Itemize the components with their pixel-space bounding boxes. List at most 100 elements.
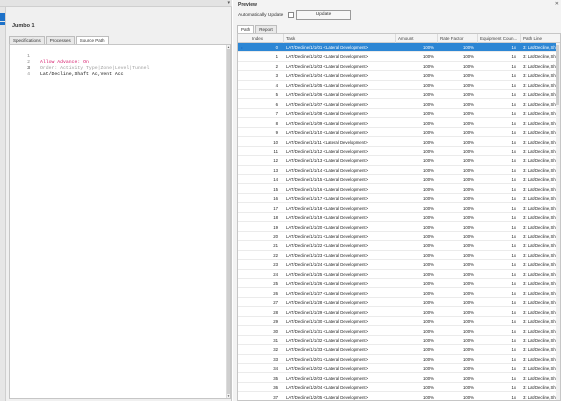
tab-specifications[interactable]: Specifications: [9, 36, 45, 44]
chevron-down-icon[interactable]: ▾: [227, 0, 230, 6]
cell-amount: 100%: [423, 177, 434, 183]
close-icon[interactable]: ✕: [555, 1, 559, 7]
tab-report[interactable]: Report: [255, 25, 277, 33]
cell-amount: 100%: [423, 347, 434, 353]
cell-path-line: 3: Lat/Decline,Shaf: [523, 394, 560, 400]
table-row[interactable]: 15 LAT/Decline/1/1/16 <Lateral Developmen…: [238, 185, 560, 194]
table-row[interactable]: 31 LAT/Decline/1/1/32 <Lateral Developmen…: [238, 336, 560, 346]
cell-task: LAT/Decline/1/1/33 <Lateral Development>: [286, 347, 369, 353]
table-row[interactable]: 8 LAT/Decline/1/1/09 <Lateral Development…: [238, 119, 560, 128]
table-row[interactable]: 14 LAT/Decline/1/1/15 <Lateral Developmen…: [238, 175, 560, 185]
table-row[interactable]: 6 LAT/Decline/1/1/07 <Lateral Development…: [238, 100, 560, 109]
grid-scrollbar[interactable]: [556, 43, 560, 400]
cell-index: 5: [275, 92, 278, 98]
cell-rate-factor: 100%: [463, 300, 474, 306]
tab-source-path[interactable]: Source Path: [75, 36, 109, 44]
scrollbar-thumb[interactable]: [227, 49, 230, 394]
cell-index: 27: [273, 300, 278, 306]
cell-index: 2: [275, 63, 278, 69]
table-row[interactable]: 19 LAT/Decline/1/1/20 <Lateral Developmen…: [238, 223, 560, 232]
table-row[interactable]: 32 LAT/Decline/1/1/33 <Lateral Developmen…: [238, 345, 560, 355]
table-row[interactable]: 33 LAT/Decline/1/2/01 <Lateral Developmen…: [238, 355, 560, 365]
cell-task: LAT/Decline/1/1/03 <Lateral Development>: [286, 63, 369, 69]
column-header-equipment-count[interactable]: Equipment Coun...: [478, 34, 521, 43]
cell-index: 36: [273, 385, 278, 391]
table-row[interactable]: 2 LAT/Decline/1/1/03 <Lateral Development…: [238, 62, 560, 72]
cell-equipment-count: 1x: [511, 252, 516, 258]
cell-task: LAT/Decline/1/1/19 <Lateral Development>: [286, 215, 369, 221]
cell-equipment-count: 1x: [511, 205, 516, 211]
source-path-editor[interactable]: 1 Allow Advance: On 2 Order: Activity Ty…: [9, 44, 231, 399]
table-row[interactable]: 26 LAT/Decline/1/1/27 <Lateral Developmen…: [238, 289, 560, 298]
cell-rate-factor: 100%: [463, 366, 474, 372]
cell-rate-factor: 100%: [463, 234, 474, 239]
table-row[interactable]: 34 LAT/Decline/1/2/02 <Lateral Developmen…: [238, 364, 560, 374]
cell-task: LAT/Decline/1/1/04 <Lateral Development>: [286, 73, 369, 79]
column-header-index[interactable]: Index: [250, 34, 284, 43]
table-row[interactable]: 25 LAT/Decline/1/1/26 <Lateral Developmen…: [238, 279, 560, 289]
cell-amount: 100%: [423, 63, 434, 69]
cell-path-line: 3: Lat/Decline,Shaf: [523, 101, 560, 107]
table-row[interactable]: 11 LAT/Decline/1/1/12 <Lateral Developmen…: [238, 147, 560, 157]
line-text: Lat/Decline,Shaft Ac,Vent Acc: [40, 72, 124, 77]
editor-line[interactable]: 4: [10, 66, 30, 77]
table-row[interactable]: 28 LAT/Decline/1/1/29 <Lateral Developmen…: [238, 308, 560, 317]
column-header-path-line[interactable]: Path Line: [521, 34, 560, 43]
column-header-rate-factor[interactable]: Rate Factor: [438, 34, 478, 43]
cell-equipment-count: 1x: [511, 281, 516, 287]
cell-index: 16: [273, 196, 278, 202]
tab-processes[interactable]: Processes: [45, 36, 75, 44]
table-row[interactable]: 5 LAT/Decline/1/1/06 <Lateral Development…: [238, 90, 560, 100]
cell-equipment-count: 1x: [511, 328, 516, 334]
cell-rate-factor: 100%: [463, 271, 474, 277]
table-row[interactable]: 30 LAT/Decline/1/1/31 <Lateral Developmen…: [238, 327, 560, 336]
table-row[interactable]: 22 LAT/Decline/1/1/23 <Lateral Developmen…: [238, 251, 560, 261]
cell-index: 12: [273, 158, 278, 164]
auto-update-checkbox[interactable]: [288, 12, 294, 18]
cell-task: LAT/Decline/1/2/05 <Lateral Development>: [286, 394, 369, 400]
table-row[interactable]: 37 LAT/Decline/1/2/05 <Lateral Developmen…: [238, 393, 560, 400]
table-row[interactable]: 3 LAT/Decline/1/1/04 <Lateral Development…: [238, 71, 560, 81]
cell-equipment-count: 1x: [511, 271, 516, 277]
table-row[interactable]: 13 LAT/Decline/1/1/14 <Lateral Developmen…: [238, 166, 560, 176]
table-row[interactable]: 7 LAT/Decline/1/1/08 <Lateral Development…: [238, 109, 560, 119]
table-row[interactable]: 23 LAT/Decline/1/1/24 <Lateral Developmen…: [238, 260, 560, 270]
cell-path-line: 3: Lat/Decline,Shaf: [523, 205, 560, 211]
table-row[interactable]: 16 LAT/Decline/1/1/17 <Lateral Developmen…: [238, 194, 560, 204]
table-row[interactable]: 9 LAT/Decline/1/1/10 <Lateral Development…: [238, 128, 560, 138]
cell-index: 23: [273, 262, 278, 268]
cell-task: LAT/Decline/1/1/18 <Lateral Development>: [286, 205, 369, 211]
cell-path-line: 3: Lat/Decline,Shaf: [523, 92, 560, 98]
scrollbar-thumb[interactable]: [556, 45, 559, 105]
tab-path[interactable]: Path: [237, 25, 255, 33]
cell-amount: 100%: [423, 196, 434, 202]
column-header-amount[interactable]: Amount: [396, 34, 438, 43]
table-row[interactable]: 1 LAT/Decline/1/1/02 <Lateral Development…: [238, 52, 560, 62]
table-row[interactable]: 17 LAT/Decline/1/1/18 <Lateral Developmen…: [238, 204, 560, 213]
editor-scrollbar[interactable]: ▲ ▼: [226, 45, 230, 398]
cell-equipment-count: 1x: [511, 262, 516, 268]
column-header-task[interactable]: Task: [284, 34, 396, 43]
scroll-down-icon[interactable]: ▼: [227, 394, 230, 398]
table-row[interactable]: 21 LAT/Decline/1/1/22 <Lateral Developmen…: [238, 241, 560, 251]
cell-amount: 100%: [423, 120, 434, 126]
left-topbar: ▾: [0, 0, 232, 7]
cell-amount: 100%: [423, 385, 434, 391]
cell-task: LAT/Decline/1/1/21 <Lateral Development>: [286, 234, 369, 239]
table-row[interactable]: 12 LAT/Decline/1/1/13 <Lateral Developmen…: [238, 156, 560, 166]
table-row[interactable]: 20 LAT/Decline/1/1/21 <Lateral Developmen…: [238, 232, 560, 242]
table-row[interactable]: 4 LAT/Decline/1/1/05 <Lateral Development…: [238, 81, 560, 90]
table-row[interactable]: 18 LAT/Decline/1/1/19 <Lateral Developmen…: [238, 213, 560, 223]
table-row[interactable]: 24 LAT/Decline/1/1/25 <Lateral Developmen…: [238, 270, 560, 279]
update-button[interactable]: Update: [296, 10, 351, 20]
table-row[interactable]: 27 LAT/Decline/1/1/28 <Lateral Developmen…: [238, 298, 560, 308]
sidebar-active-marker[interactable]: [0, 13, 5, 21]
sidebar-marker[interactable]: [0, 22, 5, 25]
cell-task: LAT/Decline/1/1/24 <Lateral Development>: [286, 262, 369, 268]
table-row[interactable]: ▸ 0 LAT/Decline/1/1/01 <Lateral Developmen…: [238, 43, 560, 53]
table-row[interactable]: 36 LAT/Decline/1/2/04 <Lateral Developmen…: [238, 383, 560, 393]
table-row[interactable]: 29 LAT/Decline/1/1/30 <Lateral Developmen…: [238, 317, 560, 327]
table-row[interactable]: 35 LAT/Decline/1/2/03 <Lateral Developmen…: [238, 374, 560, 383]
cell-task: LAT/Decline/1/1/16 <Lateral Development>: [286, 186, 369, 192]
table-row[interactable]: 10 LAT/Decline/1/1/11 <Lateral Developmen…: [238, 138, 560, 147]
